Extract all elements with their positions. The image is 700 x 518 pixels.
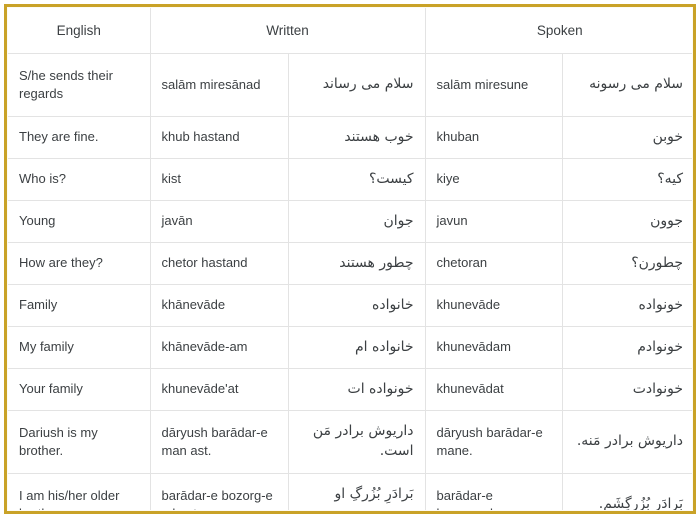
table-row: Family khānevāde خانواده khunevāde خونواده (8, 284, 692, 327)
table-row: Your family khunevāde'at خونواده ات khunevā… (8, 368, 692, 411)
cell-spoken-latin: barādar-e bozorgesham. (424, 473, 563, 510)
cell-spoken-latin: khunevādat (424, 368, 563, 411)
cell-english: Family (8, 284, 151, 327)
cell-written-latin: khānevāde-am (149, 326, 289, 369)
cell-english: S/he sends their regards (8, 53, 151, 117)
cell-spoken-farsi: خوبن (561, 116, 692, 159)
cell-written-latin: khunevāde'at (149, 368, 289, 411)
cell-spoken-farsi: خونواده (561, 284, 692, 327)
cell-english: Your family (8, 368, 151, 411)
table-row: My family khānevāde-am خانواده ام khunevāda… (8, 326, 692, 369)
persian-phrases-table: English Written Spoken S/he sends their … (8, 8, 692, 510)
table-row: How are they? chetor hastand چطور هستند che… (8, 242, 692, 285)
cell-written-latin: khub hastand (149, 116, 289, 159)
cell-spoken-latin: khuban (424, 116, 563, 159)
cell-written-latin: barādar-e bozorg-e u hastam. (149, 473, 289, 510)
table-row: S/he sends their regards salām miresānad س… (8, 53, 692, 117)
cell-written-farsi: جوان (287, 200, 426, 243)
cell-written-latin: chetor hastand (149, 242, 289, 285)
cell-spoken-farsi: چطورن؟ (561, 242, 692, 285)
table-row: I am his/her older brotherbarādar-e bozo… (8, 473, 692, 510)
table-body: S/he sends their regards salām miresānad س… (8, 53, 692, 510)
cell-english: Dariush is my brother. (8, 410, 151, 474)
cell-spoken-latin: khunevādam (424, 326, 563, 369)
cell-written-farsi: سلام می رساند (287, 53, 426, 117)
cell-written-farsi: خونواده ات (287, 368, 426, 411)
table-row: They are fine. khub hastand خوب هستند khuba… (8, 116, 692, 159)
cell-written-latin: dāryush barādar-e man ast. (149, 410, 289, 474)
column-header-english: English (8, 8, 151, 54)
table-inner-border: English Written Spoken S/he sends their … (7, 7, 693, 511)
cell-spoken-farsi: بَرادَرِ بُزُرگِشَم. (561, 473, 692, 510)
cell-written-latin: kist (149, 158, 289, 201)
cell-spoken-farsi: داریوش برادر مَنه. (561, 410, 692, 474)
cell-written-latin: salām miresānad (149, 53, 289, 117)
cell-english: They are fine. (8, 116, 151, 159)
table-row: Dariush is my brother. dāryush barādar-e … (8, 410, 692, 474)
cell-spoken-latin: javun (424, 200, 563, 243)
cell-spoken-latin: khunevāde (424, 284, 563, 327)
cell-spoken-farsi: جوون (561, 200, 692, 243)
cell-english: I am his/her older brother (8, 473, 151, 510)
table-outer-border: English Written Spoken S/he sends their … (4, 4, 696, 514)
cell-spoken-latin: chetoran (424, 242, 563, 285)
column-header-spoken: Spoken (424, 8, 692, 54)
table-header: English Written Spoken (8, 8, 692, 54)
table-row: Who is? kist کیست؟ kiye کیه؟ (8, 158, 692, 201)
cell-spoken-farsi: کیه؟ (561, 158, 692, 201)
cell-written-farsi: داریوش برادر مَن است. (287, 410, 426, 474)
cell-spoken-farsi: خونوادت (561, 368, 692, 411)
cell-spoken-latin: dāryush barādar-e mane. (424, 410, 563, 474)
column-header-written: Written (149, 8, 426, 54)
cell-english: Young (8, 200, 151, 243)
cell-written-farsi: خوب هستند (287, 116, 426, 159)
cell-written-farsi: خانواده ام (287, 326, 426, 369)
cell-english: How are they? (8, 242, 151, 285)
cell-written-farsi: کیست؟ (287, 158, 426, 201)
cell-spoken-farsi: سلام می رسونه (561, 53, 692, 117)
cell-written-latin: khānevāde (149, 284, 289, 327)
cell-spoken-latin: salām miresune (424, 53, 563, 117)
header-row: English Written Spoken (8, 8, 692, 54)
cell-spoken-latin: kiye (424, 158, 563, 201)
table-row: Young javān جوان javun جوون (8, 200, 692, 243)
cell-written-farsi: خانواده (287, 284, 426, 327)
cell-written-latin: javān (149, 200, 289, 243)
cell-english: My family (8, 326, 151, 369)
cell-spoken-farsi: خونوادم (561, 326, 692, 369)
cell-written-farsi: چطور هستند (287, 242, 426, 285)
cell-english: Who is? (8, 158, 151, 201)
cell-written-farsi: بَرادَرِ بُزُرگِ او هستم. (287, 473, 426, 510)
